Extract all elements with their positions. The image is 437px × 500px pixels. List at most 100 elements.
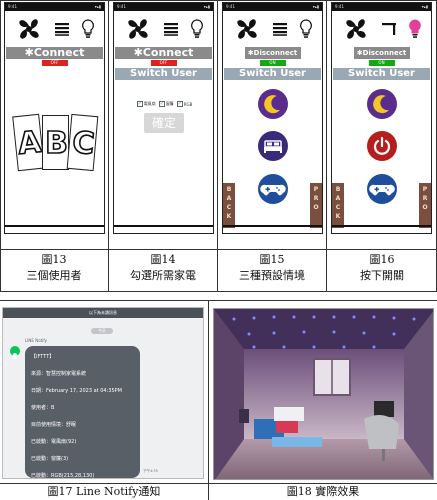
figure-number: 圖16 [369, 253, 395, 266]
checkbox-icon: ✓ [176, 101, 183, 107]
user-letter-c: C [70, 124, 97, 162]
message-line: 目前使用情境：舒眠 [31, 422, 77, 428]
message-line: 日期：February 17, 2023 at 04:35PM [31, 388, 122, 394]
gamepad-icon [369, 184, 395, 196]
connect-label: Connect [33, 47, 85, 59]
checkbox-curtain[interactable]: ✓ 窗簾 [158, 101, 174, 107]
lightbulb-icon[interactable] [299, 19, 313, 39]
lightbulb-on-icon[interactable] [408, 19, 422, 39]
device-icon-row [5, 11, 104, 47]
message-line: 來源：智慧控制家電系統 [31, 371, 87, 377]
fan-icon[interactable] [123, 14, 153, 44]
figure-number: 圖15 [259, 253, 285, 266]
menu-lines-icon[interactable] [55, 22, 70, 36]
message-line: 使用者：B [31, 405, 55, 411]
fan-icon[interactable] [341, 14, 371, 44]
bell-icon [12, 352, 18, 359]
figure-caption-17: 圖17 Line Notify通知 [47, 485, 161, 498]
connection-status-badge: OFF [41, 60, 68, 66]
confirm-button[interactable]: 確定 [144, 113, 184, 133]
menu-lines-icon[interactable] [273, 22, 288, 36]
game-scene-button[interactable] [367, 174, 397, 204]
status-bar: 9:41 ▾▴▮ [223, 3, 322, 11]
back-button[interactable]: BACK [332, 183, 344, 228]
figure-caption-18: 圖18 實際效果 [286, 485, 360, 498]
figure-description: 按下開關 [360, 269, 404, 282]
checkbox-icon: ✓ [136, 101, 143, 107]
disconnect-button[interactable]: ✱Disconnect [244, 47, 301, 59]
status-bar: 9:41 ▾▴▮ [332, 3, 431, 11]
menu-lines-icon[interactable] [164, 22, 179, 36]
checkbox-rgb[interactable]: ✓ RGB [176, 101, 193, 107]
figure-number: 圖14 [150, 253, 176, 266]
day-chip: 今天 [91, 328, 113, 334]
device-icon-row [114, 11, 213, 47]
disconnect-label: Disconnect [362, 49, 407, 57]
grid-divider [0, 249, 437, 250]
switch-user-button[interactable]: Switch User [224, 68, 321, 80]
figure-number: 圖13 [41, 253, 67, 266]
figure-caption-13: 圖13 三個使用者 [0, 252, 108, 284]
device-icon-row [223, 11, 322, 47]
sleep-scene-button[interactable] [367, 89, 397, 119]
connect-button[interactable]: ✱Connect [115, 47, 212, 59]
pro-button[interactable]: PRO [310, 183, 322, 228]
nav-bar [332, 225, 431, 227]
checkbox-icon: ✓ [158, 101, 165, 107]
user-card-a[interactable]: A [12, 113, 45, 172]
figure-description: 勾選所需家電 [130, 269, 196, 282]
figure-caption-14: 圖14 勾選所需家電 [109, 252, 217, 284]
bed-scene-button[interactable] [258, 131, 288, 161]
switch-user-button[interactable]: Switch User [115, 68, 212, 80]
curtain-open-icon[interactable] [382, 22, 397, 36]
figure-caption-15: 圖15 三種預設情境 [218, 252, 326, 284]
lightbulb-icon[interactable] [190, 19, 204, 39]
pro-button[interactable]: PRO [419, 183, 431, 228]
phone-screen-fig16: 9:41 ▾▴▮ ✱Disconnect ON Switch User B A … [331, 2, 432, 234]
message-time: 下午4:35 [143, 469, 158, 473]
connection-status-badge: ON [259, 60, 286, 66]
checkbox-fan-label: 電風扇 [143, 101, 156, 106]
line-notify-avatar [10, 346, 20, 359]
nav-bar [223, 225, 322, 227]
grid-divider [208, 300, 209, 500]
notify-message-bubble: 【IFTTT】 來源：智慧控制家電系統 日期：February 17, 2023… [25, 346, 140, 478]
disconnect-button[interactable]: ✱Disconnect [353, 47, 410, 59]
room-photo [213, 308, 434, 480]
status-bar: 9:41 ▾▴▮ [114, 3, 213, 11]
fan-icon[interactable] [14, 14, 44, 44]
power-button[interactable] [367, 131, 397, 161]
nav-bar [5, 225, 104, 227]
lightbulb-icon[interactable] [81, 19, 95, 39]
connect-label: Connect [142, 47, 194, 59]
sender-name: LINE Notify [25, 338, 48, 343]
connection-status-badge: ON [368, 60, 395, 66]
device-icon-row [332, 11, 431, 47]
back-button[interactable]: BACK [223, 183, 235, 228]
fan-icon[interactable] [232, 14, 262, 44]
phone-screen-fig15: 9:41 ▾▴▮ ✱Disconnect ON Switch User B A … [222, 2, 323, 234]
power-icon [373, 136, 391, 155]
bluetooth-icon: ✱ [133, 47, 143, 59]
checkbox-fan[interactable]: ✓ 電風扇 [136, 101, 156, 107]
bed-icon [264, 140, 282, 153]
grid-divider [0, 300, 437, 301]
user-card-c[interactable]: C [66, 113, 99, 172]
message-line: 已啟動：RGB(215,28,130) [31, 473, 95, 479]
gamepad-icon [260, 184, 286, 196]
appliance-checklist: ✓ 電風扇 ✓ 窗簾 ✓ RGB [114, 101, 213, 107]
moon-icon [373, 95, 389, 114]
user-card-b[interactable]: B [42, 115, 69, 170]
switch-user-button[interactable]: Switch User [333, 68, 430, 80]
checkbox-rgb-label: RGB [183, 101, 193, 107]
message-line: 已啟動：窗簾(3) [31, 456, 69, 462]
nav-bar [114, 225, 213, 227]
user-select-abc: A B C [12, 113, 99, 172]
status-bar: 9:41 ▾▴▮ [5, 3, 104, 11]
unread-header: 以下為未讀訊息 [3, 308, 203, 318]
phone-screen-fig13: 9:41 ▾▴▮ ✱Connect OFF A B C [4, 2, 105, 234]
connect-button[interactable]: ✱Connect [6, 47, 103, 59]
game-scene-button[interactable] [258, 174, 288, 204]
line-notify-screenshot: 以下為未讀訊息 今天 LINE Notify 【IFTTT】 來源：智慧控制家電… [2, 307, 204, 479]
sleep-scene-button[interactable] [258, 89, 288, 119]
